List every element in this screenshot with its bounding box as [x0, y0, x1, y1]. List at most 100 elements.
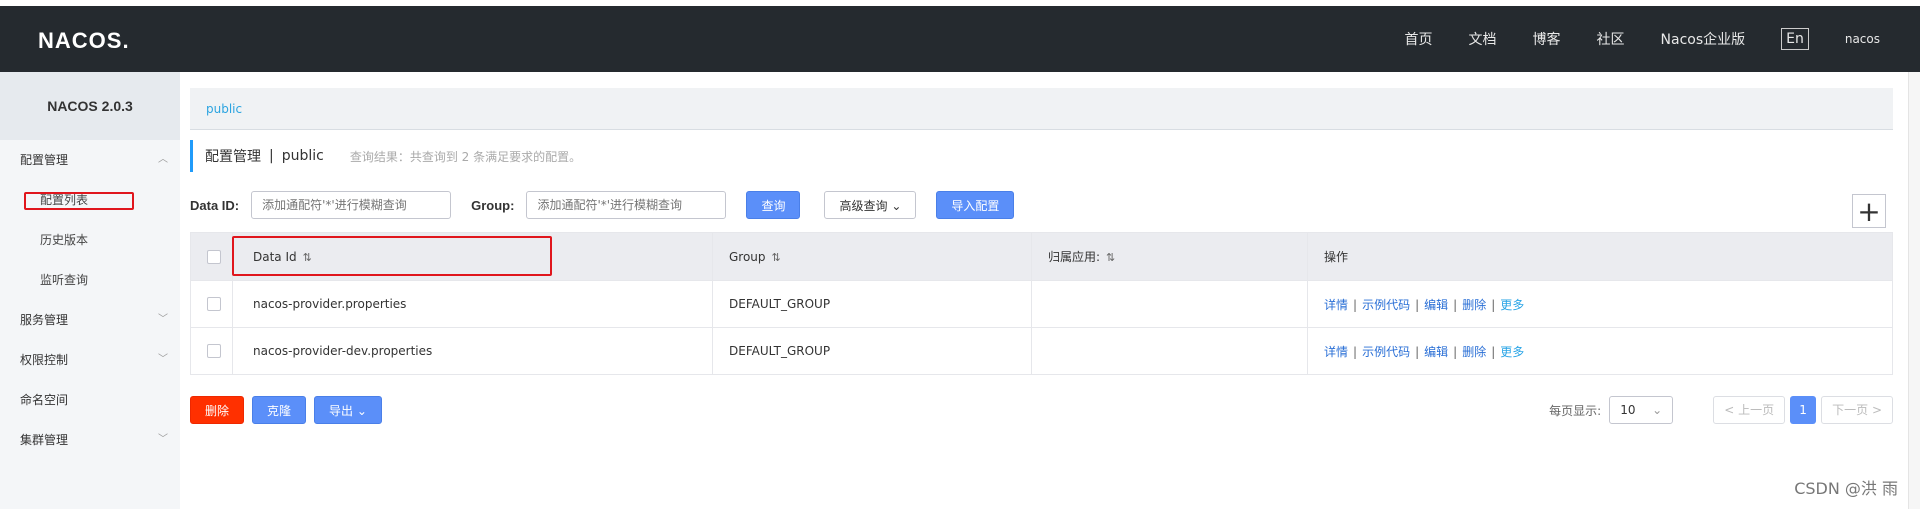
op-more-link[interactable]: 更多	[1500, 298, 1524, 312]
sidebar-item-label: 权限控制	[20, 353, 69, 367]
dataid-label: Data ID:	[190, 197, 240, 213]
top-header: NACOS. 首页 文档 博客 社区 Nacos企业版 En nacos	[0, 0, 1920, 72]
language-switch[interactable]: En	[1781, 28, 1809, 50]
bottom-toolbar: 删除 克隆 导出 ⌄ 每页显示: 10 ⌄ < 上一页 1 下一页 >	[190, 396, 1893, 426]
export-button[interactable]: 导出 ⌄	[314, 396, 382, 424]
cell-app	[1031, 280, 1308, 328]
sidebar-item-listener-query[interactable]: 监听查询	[0, 260, 180, 300]
op-detail-link[interactable]: 详情	[1324, 345, 1348, 359]
nav-community[interactable]: 社区	[1597, 29, 1625, 49]
add-config-button[interactable]: +	[1852, 194, 1886, 228]
chevron-down-icon: ﹀	[158, 314, 168, 325]
sidebar-item-history[interactable]: 历史版本	[0, 220, 180, 260]
op-separator: |	[1491, 297, 1496, 312]
next-page-button[interactable]: 下一页 >	[1821, 396, 1893, 424]
batch-delete-button[interactable]: 删除	[190, 396, 245, 424]
cell-group: DEFAULT_GROUP	[712, 327, 1032, 375]
main-content: public 配置管理 | public 查询结果：共查询到 2 条满足要求的配…	[190, 72, 1894, 509]
page-number-current[interactable]: 1	[1790, 396, 1817, 424]
op-more-link[interactable]: 更多	[1500, 345, 1524, 359]
nacos-logo[interactable]: NACOS.	[38, 28, 130, 54]
page-header: 配置管理 | public 查询结果：共查询到 2 条满足要求的配置。	[190, 140, 581, 172]
sidebar-item-namespace[interactable]: 命名空间	[0, 380, 180, 420]
advanced-query-button[interactable]: 高级查询 ⌄	[824, 191, 917, 219]
column-header-group[interactable]: Group ⇅	[712, 232, 1032, 281]
user-name[interactable]: nacos	[1845, 32, 1880, 46]
sidebar-item-config-management[interactable]: 配置管理 ︿	[0, 140, 180, 180]
cell-operations: 详情 | 示例代码 | 编辑 | 删除 | 更多	[1307, 280, 1893, 328]
sidebar-item-access-control[interactable]: 权限控制 ﹀	[0, 340, 180, 380]
clone-button[interactable]: 克隆	[252, 396, 307, 424]
chevron-right-icon: >	[1871, 403, 1882, 417]
namespace-bar: public	[190, 88, 1893, 130]
sort-icon[interactable]: ⇅	[303, 251, 312, 264]
op-edit-link[interactable]: 编辑	[1424, 298, 1448, 312]
prev-page-label: 上一页	[1738, 403, 1775, 417]
chevron-down-icon: ⌄	[891, 199, 902, 213]
page-title: 配置管理	[205, 149, 261, 165]
op-delete-link[interactable]: 删除	[1462, 345, 1486, 359]
op-separator: |	[1415, 297, 1420, 312]
select-all-checkbox[interactable]	[207, 249, 221, 264]
column-label: 操作	[1324, 250, 1349, 264]
sidebar-item-cluster-management[interactable]: 集群管理 ﹀	[0, 420, 180, 460]
sidebar-item-service-management[interactable]: 服务管理 ﹀	[0, 300, 180, 340]
column-header-app[interactable]: 归属应用: ⇅	[1031, 232, 1308, 281]
sidebar-item-config-list[interactable]: 配置列表	[0, 180, 180, 220]
sort-icon[interactable]: ⇅	[772, 251, 781, 264]
chevron-down-icon: ﹀	[158, 354, 168, 365]
table-row: nacos-provider.properties DEFAULT_GROUP …	[190, 280, 1893, 328]
sidebar-item-label: 集群管理	[20, 433, 69, 447]
row-checkbox[interactable]	[207, 297, 221, 312]
row-checkbox[interactable]	[207, 344, 221, 359]
title-separator: |	[269, 148, 274, 164]
op-separator: |	[1453, 297, 1458, 312]
group-search-input[interactable]	[526, 191, 727, 219]
op-edit-link[interactable]: 编辑	[1424, 345, 1448, 359]
nav-blog[interactable]: 博客	[1533, 29, 1561, 49]
cell-operations: 详情 | 示例代码 | 编辑 | 删除 | 更多	[1307, 327, 1893, 375]
table-row: nacos-provider-dev.properties DEFAULT_GR…	[190, 327, 1893, 375]
sidebar: NACOS 2.0.3 配置管理 ︿ 配置列表 历史版本 监听查询 服务管理 ﹀…	[0, 72, 180, 509]
nav-enterprise[interactable]: Nacos企业版	[1661, 29, 1746, 49]
query-result-hint: 查询结果：共查询到 2 条满足要求的配置。	[349, 149, 582, 164]
nav-docs[interactable]: 文档	[1469, 29, 1497, 49]
page-size-select[interactable]: 10 ⌄	[1609, 396, 1674, 424]
chevron-down-icon: ⌄	[1652, 403, 1663, 417]
search-row: Data ID: Group: 查询 高级查询 ⌄ 导入配置	[190, 190, 1015, 220]
nav-home[interactable]: 首页	[1405, 29, 1433, 49]
sort-icon[interactable]: ⇅	[1106, 251, 1115, 264]
namespace-tab-public[interactable]: public	[206, 102, 242, 116]
chevron-down-icon: ⌄	[356, 404, 367, 418]
op-separator: |	[1415, 344, 1420, 359]
config-table: Data Id ⇅ Group ⇅ 归属应用: ⇅ 操作 nacos-provider…	[190, 232, 1893, 375]
cell-dataid: nacos-provider-dev.properties	[232, 327, 713, 375]
group-label: Group:	[471, 197, 515, 213]
page-size-value: 10	[1620, 403, 1636, 417]
row-select-cell	[190, 327, 233, 375]
column-header-dataid[interactable]: Data Id ⇅	[232, 232, 713, 281]
import-config-button[interactable]: 导入配置	[936, 191, 1015, 219]
op-sample-code-link[interactable]: 示例代码	[1362, 345, 1410, 359]
prev-page-button[interactable]: < 上一页	[1713, 396, 1786, 424]
sidebar-title: NACOS 2.0.3	[0, 72, 180, 140]
op-separator: |	[1453, 344, 1458, 359]
export-label: 导出	[329, 404, 354, 418]
sidebar-item-label: 服务管理	[20, 313, 69, 327]
chevron-up-icon: ︿	[158, 154, 168, 165]
chevron-left-icon: <	[1724, 403, 1735, 417]
sidebar-item-label: 监听查询	[40, 273, 89, 287]
top-nav: 首页 文档 博客 社区 Nacos企业版 En nacos	[1405, 6, 1920, 72]
vertical-scrollbar[interactable]	[1908, 72, 1920, 509]
next-page-label: 下一页	[1832, 403, 1869, 417]
op-sample-code-link[interactable]: 示例代码	[1362, 298, 1410, 312]
annotation-highlight-box	[24, 192, 134, 210]
per-page-label: 每页显示:	[1549, 403, 1602, 418]
row-select-cell	[190, 280, 233, 328]
dataid-search-input[interactable]	[251, 191, 452, 219]
page-namespace: public	[281, 148, 324, 164]
op-delete-link[interactable]: 删除	[1462, 298, 1486, 312]
op-detail-link[interactable]: 详情	[1324, 298, 1348, 312]
query-button[interactable]: 查询	[746, 191, 801, 219]
cell-group: DEFAULT_GROUP	[712, 280, 1032, 328]
